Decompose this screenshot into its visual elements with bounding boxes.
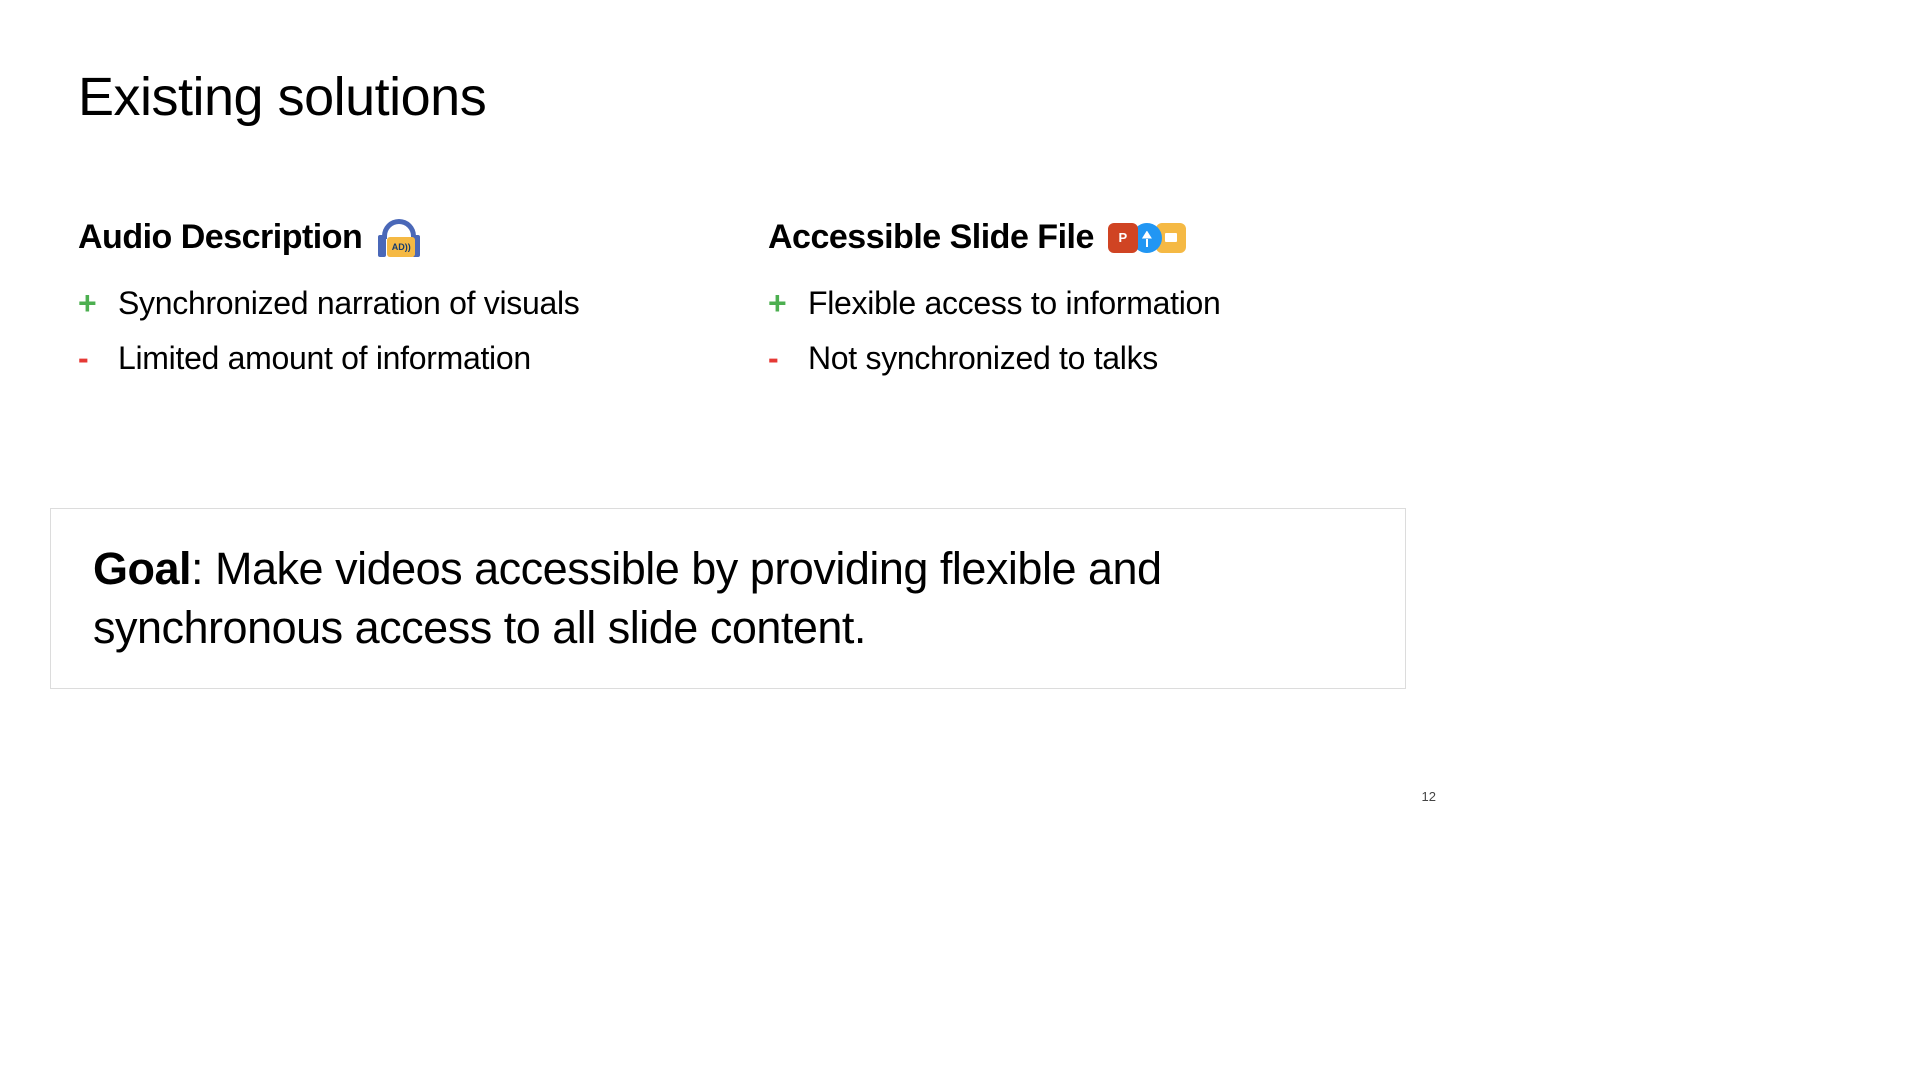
goal-text: Goal: Make videos accessible by providin… (93, 539, 1363, 658)
bullet-list: + Synchronized narration of visuals - Li… (78, 285, 688, 377)
columns-container: Audio Description AD)) + Synchronized na… (78, 218, 1378, 377)
bullet-text: Limited amount of information (118, 340, 531, 377)
column-header: Accessible Slide File P (768, 218, 1378, 257)
slide-title: Existing solutions (78, 66, 486, 128)
plus-icon: + (78, 287, 98, 319)
slide-apps-icons: P (1108, 223, 1186, 253)
bullet-text: Not synchronized to talks (808, 340, 1158, 377)
column-title: Accessible Slide File (768, 218, 1094, 257)
list-item: + Synchronized narration of visuals (78, 285, 688, 322)
bullet-text: Flexible access to information (808, 285, 1221, 322)
goal-body: : Make videos accessible by providing fl… (93, 543, 1162, 653)
powerpoint-icon: P (1108, 223, 1138, 253)
ad-label: AD)) (392, 242, 411, 252)
audio-description-icon: AD)) (376, 219, 422, 257)
minus-icon: - (78, 342, 98, 374)
goal-box: Goal: Make videos accessible by providin… (50, 508, 1406, 689)
bullet-text: Synchronized narration of visuals (118, 285, 579, 322)
column-header: Audio Description AD)) (78, 218, 688, 257)
column-accessible-slide-file: Accessible Slide File P + Flexible acces… (768, 218, 1378, 377)
page-number: 12 (1422, 789, 1436, 804)
list-item: + Flexible access to information (768, 285, 1378, 322)
minus-icon: - (768, 342, 788, 374)
list-item: - Not synchronized to talks (768, 340, 1378, 377)
column-audio-description: Audio Description AD)) + Synchronized na… (78, 218, 688, 377)
goal-label: Goal (93, 543, 191, 594)
bullet-list: + Flexible access to information - Not s… (768, 285, 1378, 377)
plus-icon: + (768, 287, 788, 319)
list-item: - Limited amount of information (78, 340, 688, 377)
column-title: Audio Description (78, 218, 362, 257)
